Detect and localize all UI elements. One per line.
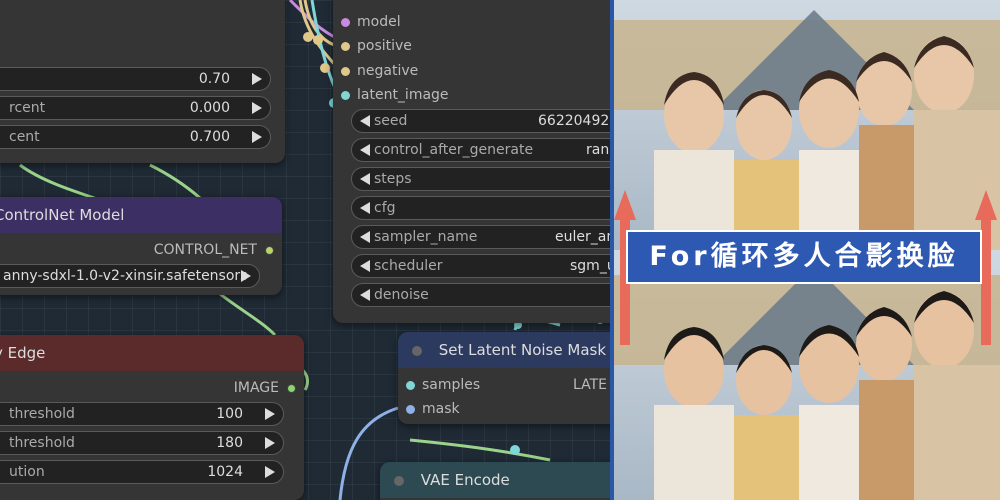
high-threshold-widget[interactable]: threshold 180 bbox=[0, 431, 284, 455]
widget-label: denoise bbox=[374, 287, 429, 303]
widget-value: euler_ancestral bbox=[555, 229, 610, 245]
increment-arrow-icon[interactable] bbox=[265, 466, 275, 478]
strength-widget[interactable]: 0.70 bbox=[0, 67, 271, 91]
widget-label: steps bbox=[374, 171, 412, 187]
widget-value: anny-sdxl-1.0-v2-xinsir.safetensors bbox=[3, 268, 248, 284]
node-title: y Edge bbox=[0, 344, 46, 362]
decrement-arrow-icon[interactable] bbox=[360, 260, 370, 272]
increment-arrow-icon[interactable] bbox=[252, 131, 262, 143]
widget-label: threshold bbox=[9, 435, 75, 451]
input-label-samples: samples bbox=[422, 377, 481, 393]
collapse-dot-icon[interactable] bbox=[412, 345, 422, 356]
node-title: VAE Encode bbox=[420, 471, 510, 489]
input-dot-samples[interactable] bbox=[406, 381, 415, 390]
node-header[interactable]: ControlNet Model bbox=[0, 197, 282, 233]
low-threshold-widget[interactable]: threshold 100 bbox=[0, 402, 284, 426]
decrement-arrow-icon[interactable] bbox=[360, 144, 370, 156]
decrement-arrow-icon[interactable] bbox=[360, 115, 370, 127]
widget-label: cent bbox=[9, 129, 40, 145]
widget-value: 100 bbox=[216, 406, 243, 422]
collapse-dot-icon[interactable] bbox=[394, 475, 404, 486]
widget-label: ution bbox=[9, 464, 45, 480]
widget-label: seed bbox=[374, 113, 408, 129]
increment-arrow-icon[interactable] bbox=[252, 102, 262, 114]
steps-widget[interactable]: steps bbox=[351, 167, 610, 191]
decrement-arrow-icon[interactable] bbox=[360, 173, 370, 185]
output-label-image: IMAGE bbox=[233, 380, 279, 396]
widget-value: 1024 bbox=[207, 464, 243, 480]
widget-value: randomize bbox=[586, 142, 610, 158]
node-title: Set Latent Noise Mask bbox=[438, 341, 607, 359]
widget-label: sampler_name bbox=[374, 229, 478, 245]
input-dot-latent-image[interactable] bbox=[341, 91, 350, 100]
widget-value: 662204926 bbox=[538, 113, 610, 129]
output-label-latent: LATE bbox=[573, 377, 608, 393]
control-after-generate-widget[interactable]: control_after_generate randomize bbox=[351, 138, 610, 162]
output-label-control-net: CONTROL_NET bbox=[153, 242, 257, 258]
widget-value: 0.700 bbox=[189, 129, 230, 145]
input-dot-positive[interactable] bbox=[341, 42, 350, 51]
node-title: ControlNet Model bbox=[0, 206, 125, 224]
node-graph-canvas[interactable]: 0.70 rcent 0.000 cent 0.700 model positi… bbox=[0, 0, 610, 500]
controlnet-model-select[interactable]: anny-sdxl-1.0-v2-xinsir.safetensors bbox=[0, 264, 260, 288]
controlnet-loader-node[interactable]: ControlNet Model CONTROL_NET anny-sdxl-1… bbox=[0, 197, 282, 295]
input-dot-mask[interactable] bbox=[406, 405, 415, 414]
widget-label: control_after_generate bbox=[374, 142, 534, 158]
node-header[interactable]: Set Latent Noise Mask bbox=[398, 332, 610, 368]
decrement-arrow-icon[interactable] bbox=[360, 289, 370, 301]
canny-edge-node[interactable]: y Edge IMAGE threshold 100 threshold 180… bbox=[0, 335, 304, 500]
decrement-arrow-icon[interactable] bbox=[360, 202, 370, 214]
node-header[interactable]: VAE Encode bbox=[380, 462, 610, 498]
widget-label: scheduler bbox=[374, 258, 443, 274]
dropdown-arrow-icon[interactable] bbox=[241, 270, 251, 282]
input-label-mask: mask bbox=[422, 401, 460, 417]
widget-value: sgm_uniform bbox=[570, 258, 610, 274]
widget-value: 0.000 bbox=[189, 100, 230, 116]
denoise-widget[interactable]: denoise bbox=[351, 283, 610, 307]
scheduler-widget[interactable]: scheduler sgm_uniform bbox=[351, 254, 610, 278]
increment-arrow-icon[interactable] bbox=[265, 437, 275, 449]
widget-label: rcent bbox=[9, 100, 46, 116]
output-dot-control-net[interactable] bbox=[265, 246, 274, 255]
output-dot-image[interactable] bbox=[287, 384, 296, 393]
end-percent-widget[interactable]: cent 0.700 bbox=[0, 125, 271, 149]
widget-label: threshold bbox=[9, 406, 75, 422]
widget-value: 180 bbox=[216, 435, 243, 451]
ksampler-node[interactable]: model positive negative latent_image see… bbox=[333, 0, 610, 323]
input-label-model: model bbox=[357, 14, 401, 30]
input-dot-model[interactable] bbox=[341, 18, 350, 27]
node-header[interactable]: y Edge bbox=[0, 335, 304, 371]
set-latent-noise-mask-node[interactable]: Set Latent Noise Mask samples mask LATE bbox=[398, 332, 610, 424]
caption-banner: For循环多人合影换脸 bbox=[626, 230, 982, 284]
input-label-latent-image: latent_image bbox=[357, 87, 449, 103]
sampler-settings-node[interactable]: 0.70 rcent 0.000 cent 0.700 bbox=[0, 0, 285, 163]
sampler-name-widget[interactable]: sampler_name euler_ancestral bbox=[351, 225, 610, 249]
cfg-widget[interactable]: cfg bbox=[351, 196, 610, 220]
increment-arrow-icon[interactable] bbox=[265, 408, 275, 420]
seed-widget[interactable]: seed 662204926 bbox=[351, 109, 610, 133]
vae-encode-node[interactable]: VAE Encode bbox=[380, 462, 610, 500]
resolution-widget[interactable]: ution 1024 bbox=[0, 460, 284, 484]
widget-label: cfg bbox=[374, 200, 396, 216]
increment-arrow-icon[interactable] bbox=[252, 73, 262, 85]
start-percent-widget[interactable]: rcent 0.000 bbox=[0, 96, 271, 120]
input-label-positive: positive bbox=[357, 38, 412, 54]
input-dot-negative[interactable] bbox=[341, 67, 350, 76]
widget-value: 0.70 bbox=[198, 71, 230, 87]
decrement-arrow-icon[interactable] bbox=[360, 231, 370, 243]
input-label-negative: negative bbox=[357, 63, 419, 79]
